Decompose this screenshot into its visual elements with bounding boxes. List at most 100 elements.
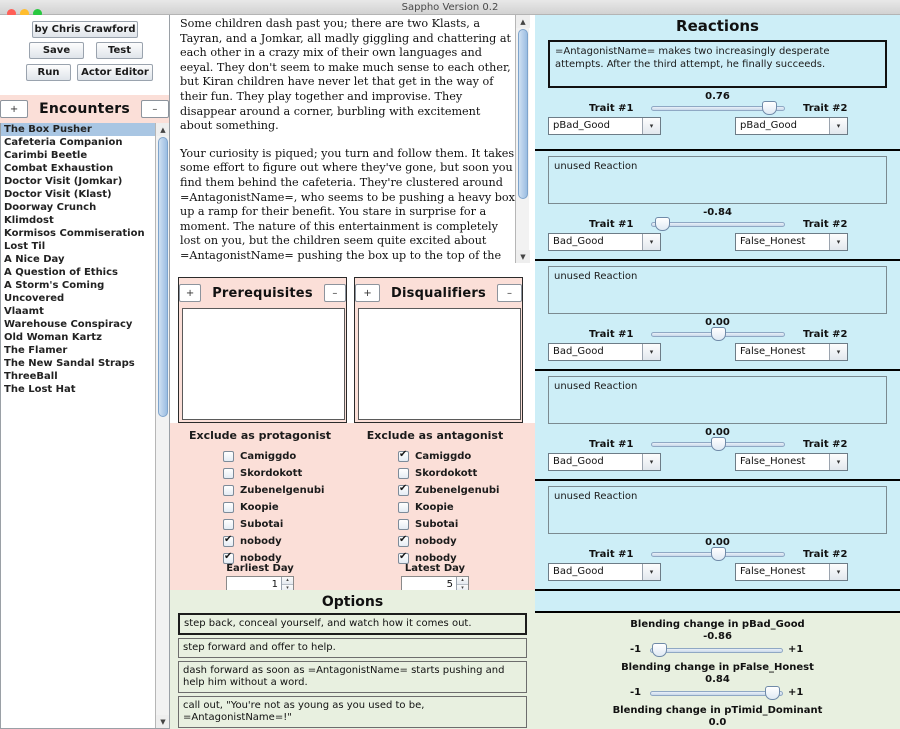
story-text[interactable]: Some children dash past you; there are t…: [180, 17, 516, 263]
exclusion-row[interactable]: nobody: [355, 533, 515, 550]
exclusion-row[interactable]: nobody: [180, 533, 340, 550]
chevron-down-icon[interactable]: ▾: [829, 344, 847, 360]
slider-thumb[interactable]: [765, 686, 781, 700]
checkbox-icon[interactable]: [398, 502, 409, 513]
trait2-select[interactable]: False_Honest ▾: [735, 343, 848, 361]
exclusion-row[interactable]: Subotai: [180, 516, 340, 533]
slider-track[interactable]: [651, 222, 785, 227]
checkbox-checked-icon[interactable]: [398, 449, 409, 462]
add-encounter-button[interactable]: +: [0, 100, 29, 118]
chevron-down-icon[interactable]: ▾: [642, 118, 660, 134]
scroll-down-icon[interactable]: ▼: [156, 715, 169, 728]
encounter-list-item[interactable]: The New Sandal Straps: [1, 357, 156, 370]
remove-encounter-button[interactable]: –: [140, 100, 169, 118]
disqualifiers-list[interactable]: [358, 308, 521, 420]
reaction-text-field[interactable]: unused Reaction: [548, 376, 887, 424]
exclusion-row[interactable]: Koopie: [180, 499, 340, 516]
encounter-list-item[interactable]: Old Woman Kartz: [1, 331, 156, 344]
exclusion-row[interactable]: Zubenelgenubi: [355, 482, 515, 499]
trait1-select[interactable]: Bad_Good ▾: [548, 563, 661, 581]
trait2-select[interactable]: pBad_Good ▾: [735, 117, 848, 135]
encounter-list-item[interactable]: Klimdost: [1, 214, 156, 227]
exclusion-row[interactable]: Camiggdo: [355, 448, 515, 465]
encounter-list-item[interactable]: Kormisos Commiseration: [1, 227, 156, 240]
exclusion-row[interactable]: Subotai: [355, 516, 515, 533]
add-prerequisite-button[interactable]: +: [179, 284, 202, 302]
trait1-select[interactable]: Bad_Good ▾: [548, 233, 661, 251]
checkbox-checked-icon[interactable]: [223, 534, 234, 547]
encounter-list-item[interactable]: The Box Pusher: [1, 123, 156, 136]
actor-editor-button[interactable]: Actor Editor: [77, 64, 153, 81]
encounter-list-item[interactable]: The Lost Hat: [1, 383, 156, 396]
reaction-text-field[interactable]: unused Reaction: [548, 486, 887, 534]
encounters-scrollbar[interactable]: ▲ ▼: [155, 123, 169, 728]
slider-thumb[interactable]: [711, 437, 726, 451]
chevron-down-icon[interactable]: ▾: [829, 118, 847, 134]
story-scrollbar[interactable]: ▲ ▼: [515, 15, 530, 263]
slider-thumb[interactable]: [654, 217, 670, 231]
reaction-text-field[interactable]: unused Reaction: [548, 156, 887, 204]
option-item[interactable]: step back, conceal yourself, and watch h…: [178, 613, 527, 635]
reaction-text-field[interactable]: =AntagonistName= makes two increasingly …: [548, 40, 887, 88]
exclusion-row[interactable]: Skordokott: [180, 465, 340, 482]
credits-button[interactable]: by Chris Crawford: [32, 21, 138, 38]
trait2-select[interactable]: False_Honest ▾: [735, 453, 848, 471]
chevron-down-icon[interactable]: ▾: [829, 234, 847, 250]
chevron-down-icon[interactable]: ▾: [642, 344, 660, 360]
slider-thumb[interactable]: [652, 643, 668, 657]
checkbox-icon[interactable]: [398, 519, 409, 530]
reaction-slider[interactable]: [651, 327, 785, 341]
story-scroll-up-icon[interactable]: ▲: [516, 15, 530, 28]
reaction-slider[interactable]: [651, 101, 785, 115]
encounter-list-item[interactable]: A Question of Ethics: [1, 266, 156, 279]
blending-slider[interactable]: [650, 643, 783, 657]
latest-day-up-icon[interactable]: ▴: [457, 577, 468, 585]
slider-track[interactable]: [650, 691, 783, 696]
chevron-down-icon[interactable]: ▾: [829, 454, 847, 470]
option-item[interactable]: call out, "You're not as young as you us…: [178, 696, 527, 728]
run-button[interactable]: Run: [26, 64, 71, 81]
encounter-list-item[interactable]: Doctor Visit (Klast): [1, 188, 156, 201]
exclusion-row[interactable]: Skordokott: [355, 465, 515, 482]
trait2-select[interactable]: False_Honest ▾: [735, 563, 848, 581]
test-button[interactable]: Test: [96, 42, 143, 59]
encounter-list-item[interactable]: Doorway Crunch: [1, 201, 156, 214]
encounter-list-item[interactable]: Vlaamt: [1, 305, 156, 318]
scroll-up-icon[interactable]: ▲: [156, 123, 169, 136]
checkbox-icon[interactable]: [223, 451, 234, 462]
trait1-select[interactable]: Bad_Good ▾: [548, 453, 661, 471]
checkbox-icon[interactable]: [223, 468, 234, 479]
trait1-select[interactable]: pBad_Good ▾: [548, 117, 661, 135]
checkbox-icon[interactable]: [223, 485, 234, 496]
encounter-list-item[interactable]: The Flamer: [1, 344, 156, 357]
reaction-slider[interactable]: [651, 547, 785, 561]
add-disqualifier-button[interactable]: +: [355, 284, 381, 302]
checkbox-icon[interactable]: [398, 468, 409, 479]
encounters-list[interactable]: The Box Pusher Cafeteria Companion Carimbi…: [1, 123, 156, 727]
chevron-down-icon[interactable]: ▾: [829, 564, 847, 580]
option-item[interactable]: step forward and offer to help.: [178, 638, 527, 658]
reaction-slider[interactable]: [651, 217, 785, 231]
reaction-text-field[interactable]: unused Reaction: [548, 266, 887, 314]
encounters-scrollbar-thumb[interactable]: [158, 137, 168, 417]
remove-disqualifier-button[interactable]: –: [496, 284, 522, 302]
save-button[interactable]: Save: [29, 42, 84, 59]
story-scrollbar-thumb[interactable]: [518, 29, 528, 199]
encounter-list-item[interactable]: Cafeteria Companion: [1, 136, 156, 149]
encounter-list-item[interactable]: ThreeBall: [1, 370, 156, 383]
blending-slider[interactable]: [650, 686, 783, 700]
encounter-list-item[interactable]: Combat Exhaustion: [1, 162, 156, 175]
encounter-list-item[interactable]: Warehouse Conspiracy: [1, 318, 156, 331]
trait1-select[interactable]: Bad_Good ▾: [548, 343, 661, 361]
checkbox-checked-icon[interactable]: [398, 483, 409, 496]
trait2-select[interactable]: False_Honest ▾: [735, 233, 848, 251]
exclusion-row[interactable]: Koopie: [355, 499, 515, 516]
slider-thumb[interactable]: [761, 101, 777, 115]
earliest-day-up-icon[interactable]: ▴: [282, 577, 293, 585]
chevron-down-icon[interactable]: ▾: [642, 234, 660, 250]
encounter-list-item[interactable]: A Nice Day: [1, 253, 156, 266]
checkbox-icon[interactable]: [223, 519, 234, 530]
encounter-list-item[interactable]: Lost Til: [1, 240, 156, 253]
option-item[interactable]: dash forward as soon as =AntagonistName=…: [178, 661, 527, 693]
exclusion-row[interactable]: Zubenelgenubi: [180, 482, 340, 499]
